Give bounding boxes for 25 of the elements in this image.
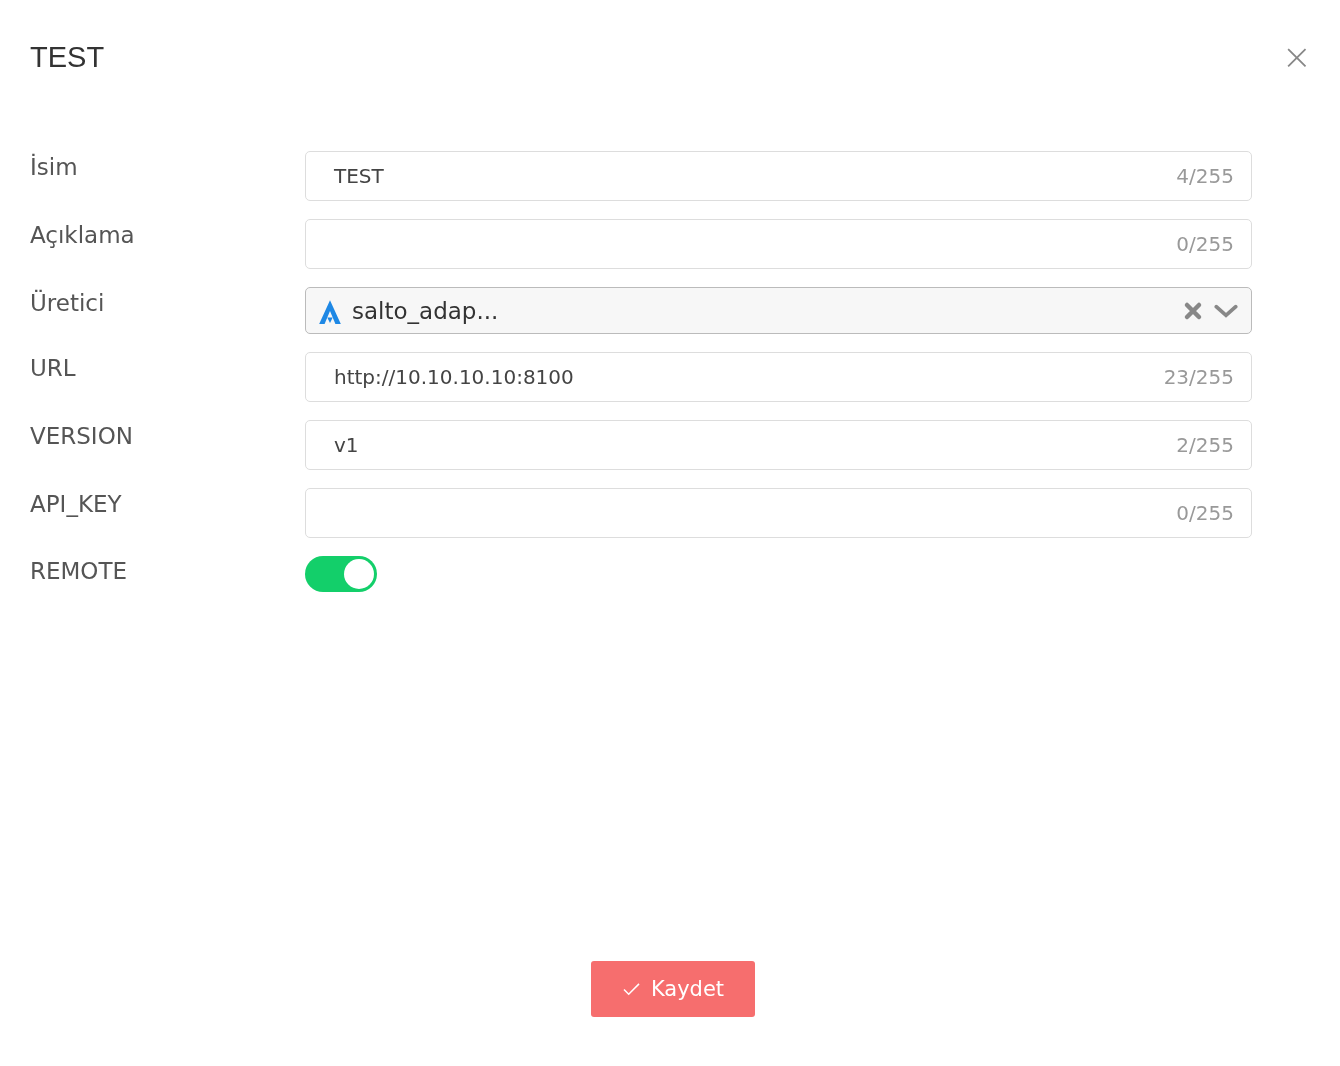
field-label: API_KEY (30, 490, 123, 517)
character-counter: 23/255 (1163, 365, 1234, 389)
dialog-title: TEST (30, 40, 105, 74)
select-field[interactable]: salto_adap... (305, 287, 1252, 334)
check-icon (621, 981, 641, 997)
field-label: Açıklama (30, 221, 136, 248)
text-field[interactable]: v1 2/255 (305, 420, 1252, 470)
toggle-switch[interactable] (305, 556, 377, 592)
field-label: Üretici (30, 288, 106, 316)
character-counter: 2/255 (1176, 433, 1234, 457)
field-label: REMOTE (30, 557, 129, 584)
text-field[interactable]: TEST 4/255 (305, 151, 1252, 201)
character-counter: 4/255 (1176, 164, 1234, 188)
selected-value: salto_adap... (352, 297, 499, 324)
character-counter: 0/255 (1176, 501, 1234, 525)
field-label: URL (30, 354, 77, 381)
field-value: http://10.10.10.10:8100 (334, 365, 574, 389)
field-label: İsim (30, 152, 79, 180)
clear-icon[interactable] (1183, 300, 1203, 321)
field-value: TEST (334, 164, 384, 188)
close-button[interactable]: × (1281, 39, 1312, 75)
field-label: VERSION (30, 422, 134, 449)
character-counter: 0/255 (1176, 232, 1234, 256)
text-field[interactable]: http://10.10.10.10:8100 23/255 (305, 352, 1252, 402)
field-value: v1 (334, 433, 359, 457)
